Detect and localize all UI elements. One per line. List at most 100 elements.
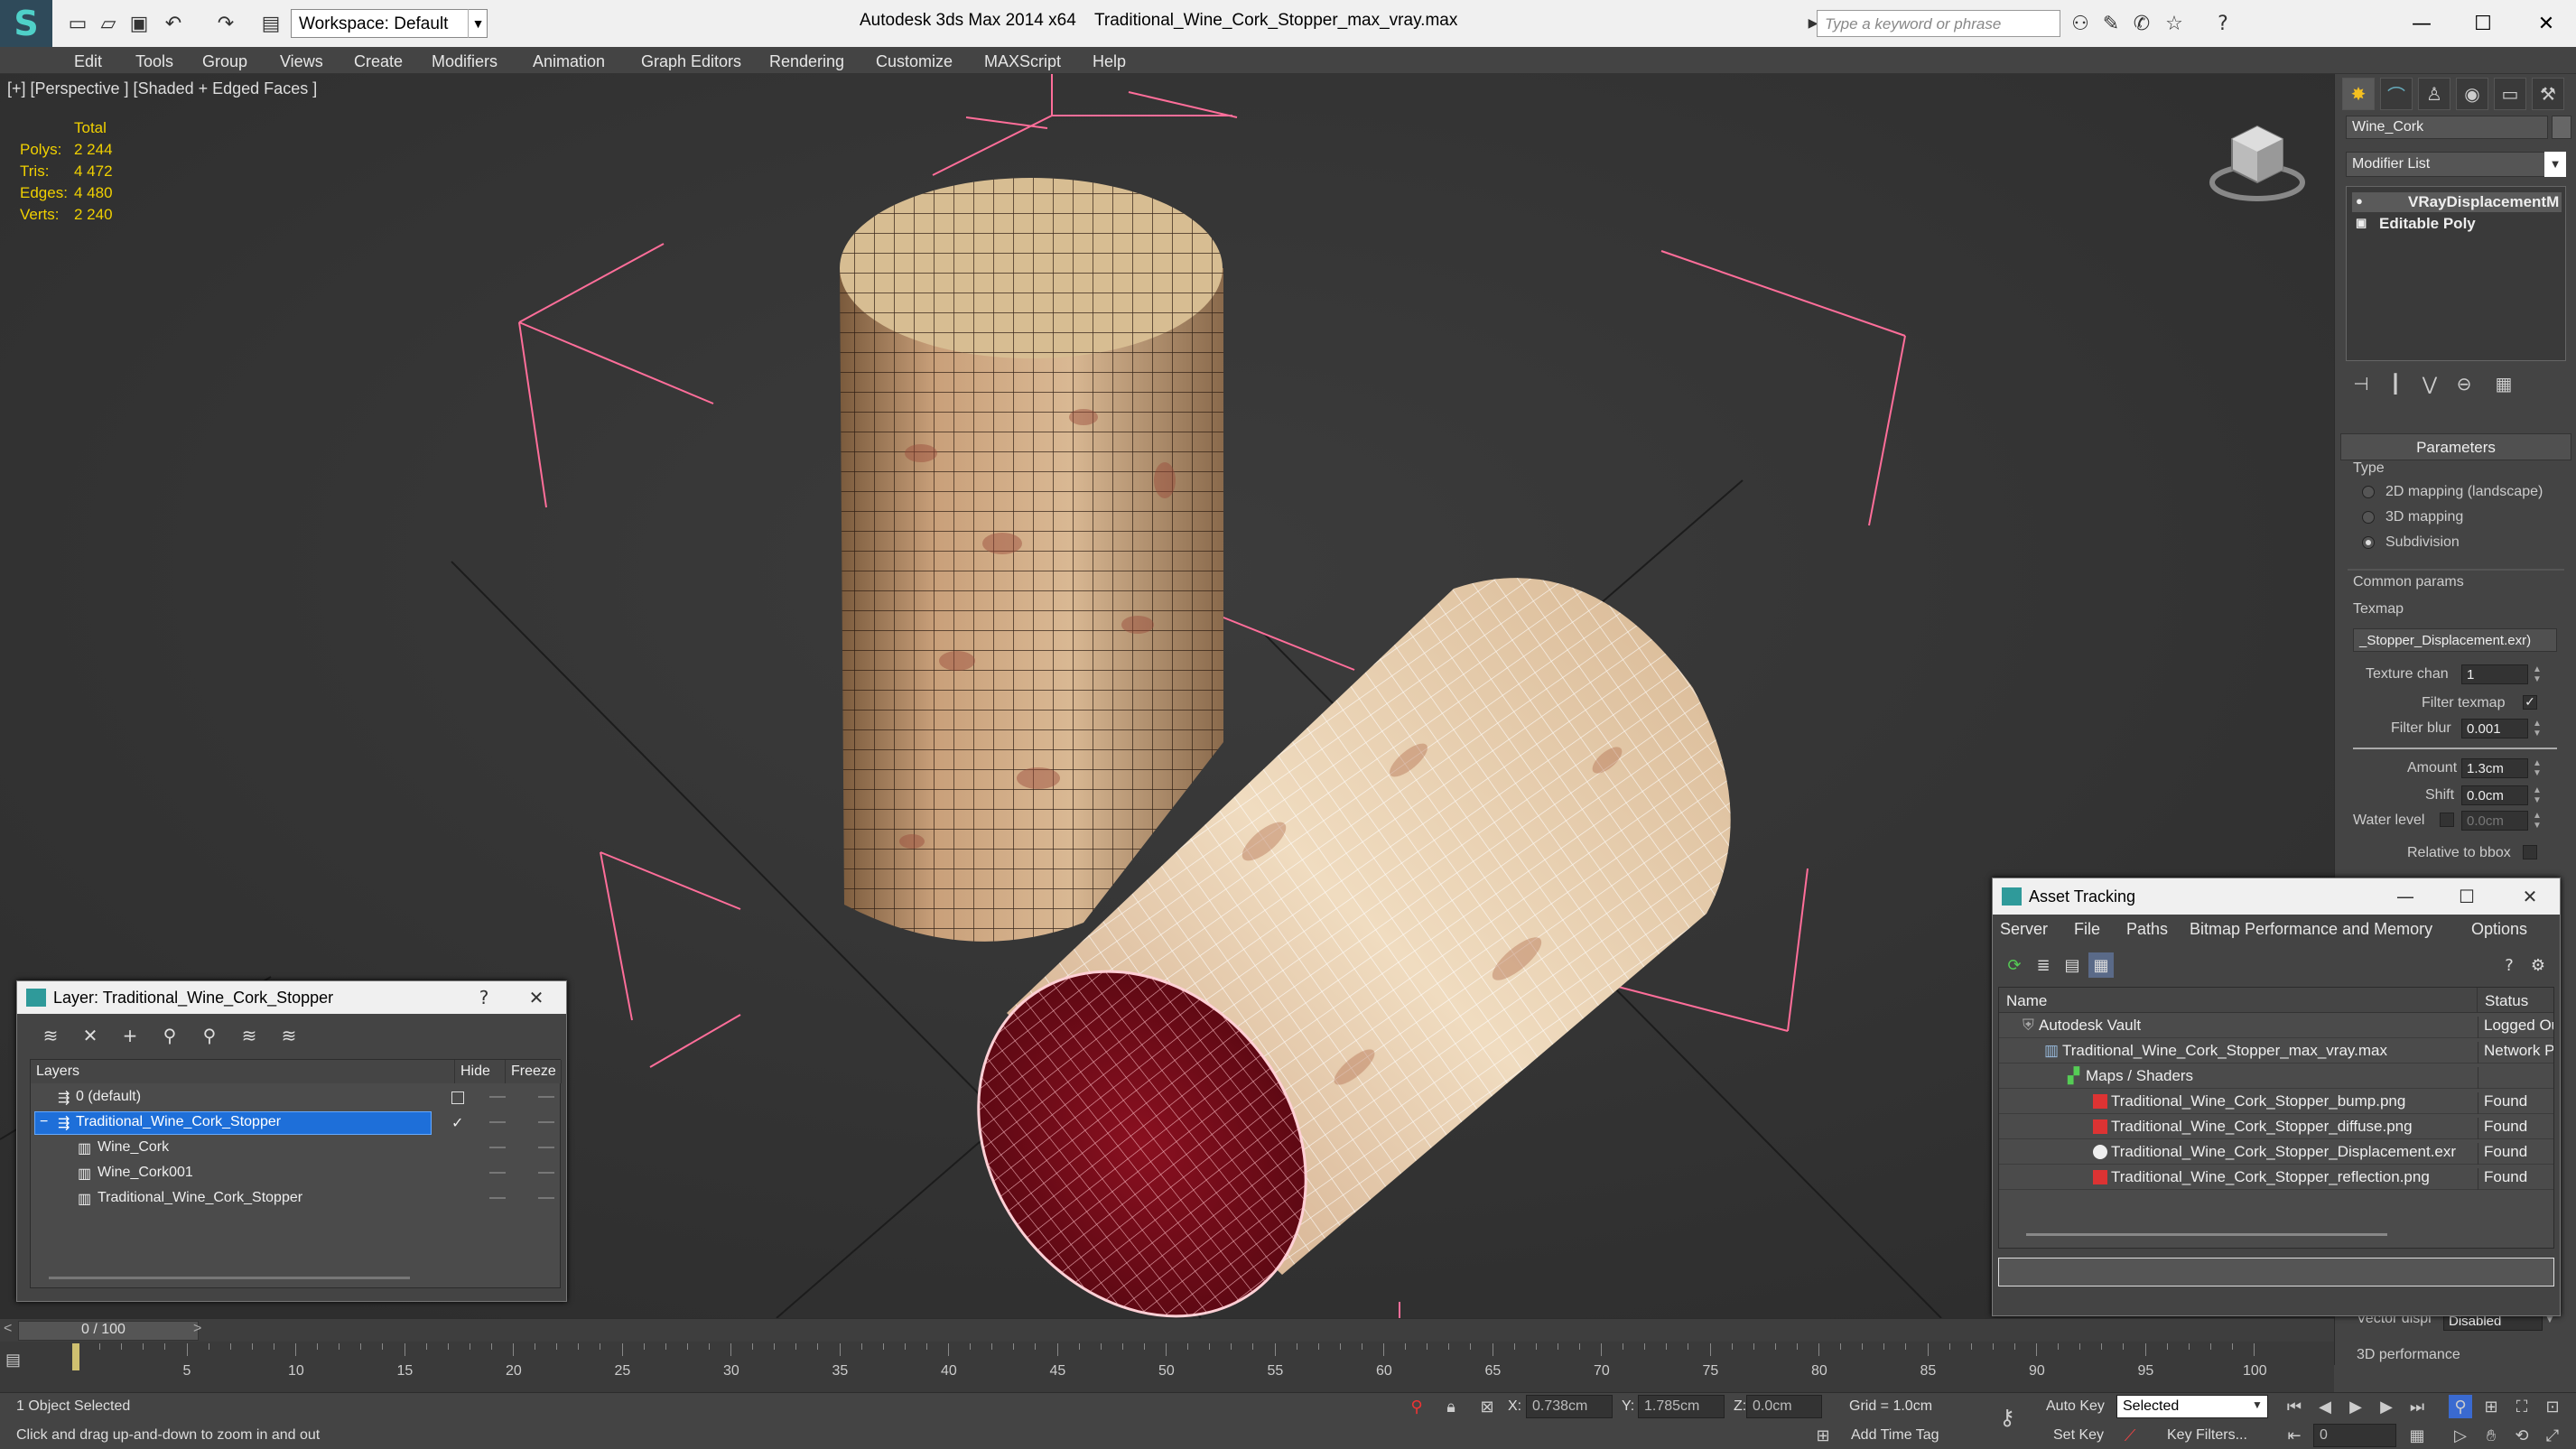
spinner-arrows-icon[interactable]: ▲ ▼: [2532, 719, 2543, 738]
menu-views[interactable]: Views: [280, 52, 323, 71]
curve-editor-icon[interactable]: ▤: [5, 1351, 29, 1374]
communication-icon[interactable]: ✆: [2129, 11, 2154, 36]
shift-spinner[interactable]: 0.0cm: [2461, 785, 2528, 805]
asset-row[interactable]: Traditional_Wine_Cork_Stopper_bump.png F…: [1999, 1089, 2553, 1114]
time-tag-icon[interactable]: ⊞: [1811, 1424, 1835, 1447]
table-view-icon[interactable]: ▦: [2088, 952, 2114, 978]
spinner-arrows-icon[interactable]: ▲ ▼: [2532, 664, 2543, 684]
minimize-icon[interactable]: —: [2402, 5, 2441, 42]
column-header-hide[interactable]: Hide: [455, 1060, 506, 1083]
object-name-field[interactable]: Wine_Cork: [2346, 116, 2548, 139]
next-frame-icon[interactable]: ▶︎: [2375, 1395, 2398, 1418]
asset-row[interactable]: Traditional_Wine_Cork_Stopper_diffuse.pn…: [1999, 1114, 2553, 1139]
absolute-mode-icon[interactable]: ⊠: [1475, 1395, 1499, 1418]
zoom-extents-icon[interactable]: ⛶: [2510, 1395, 2534, 1418]
time-slider[interactable]: < 0 / 100 >: [0, 1318, 2334, 1342]
zoom-extents-all-icon[interactable]: ⊡: [2541, 1395, 2564, 1418]
horizontal-scrollbar[interactable]: [2026, 1233, 2387, 1236]
hide-toggle[interactable]: [489, 1197, 506, 1199]
hide-toggle[interactable]: [489, 1121, 506, 1123]
go-to-end-icon[interactable]: ⏭︎: [2405, 1395, 2429, 1418]
favorites-star-icon[interactable]: ☆: [2162, 11, 2187, 36]
zoom-icon[interactable]: ⚲: [2449, 1395, 2472, 1418]
layer-object-row[interactable]: ▥ Wine_Cork: [31, 1136, 560, 1161]
freeze-toggle[interactable]: [538, 1147, 554, 1148]
add-to-layer-icon[interactable]: +: [116, 1023, 144, 1048]
utilities-tab-icon[interactable]: ⚒: [2532, 78, 2564, 110]
binoculars-icon[interactable]: ⚇: [2068, 11, 2093, 36]
current-frame-field[interactable]: 0: [2313, 1424, 2396, 1447]
orbit-icon[interactable]: ⟲: [2510, 1424, 2534, 1447]
viewport-label[interactable]: [+] [Perspective ] [Shaded + Edged Faces…: [7, 79, 317, 98]
menu-help[interactable]: Help: [1093, 52, 1126, 71]
column-header-name[interactable]: Name: [1999, 988, 2478, 1013]
configure-sets-icon[interactable]: ▦: [2490, 370, 2517, 397]
column-header-freeze[interactable]: Freeze: [506, 1060, 562, 1083]
relative-bbox-checkbox[interactable]: [2523, 845, 2537, 859]
modify-tab-icon[interactable]: ⌒: [2380, 78, 2413, 110]
key-icon[interactable]: ⟋: [2118, 1424, 2142, 1447]
column-header-layers[interactable]: Layers: [31, 1060, 455, 1083]
show-end-result-icon[interactable]: ┃: [2382, 370, 2409, 397]
radio-subdivision[interactable]: [2362, 536, 2375, 549]
settings-icon[interactable]: ⚙: [2525, 952, 2551, 978]
texture-chan-spinner[interactable]: 1: [2461, 664, 2528, 684]
asset-row[interactable]: Traditional_Wine_Cork_Stopper_reflection…: [1999, 1165, 2553, 1190]
menu-customize[interactable]: Customize: [876, 52, 953, 71]
help-icon[interactable]: ?: [2210, 11, 2236, 36]
menu-edit[interactable]: Edit: [74, 52, 102, 71]
maximize-icon[interactable]: ☐: [2453, 884, 2480, 909]
menu-file[interactable]: File: [2074, 920, 2100, 939]
layer-object-row[interactable]: ▥ Traditional_Wine_Cork_Stopper: [31, 1186, 560, 1212]
display-tab-icon[interactable]: ▭: [2494, 78, 2526, 110]
app-logo-icon[interactable]: S: [0, 0, 52, 47]
filter-texmap-checkbox[interactable]: ✓: [2523, 695, 2537, 710]
close-icon[interactable]: ✕: [523, 985, 550, 1010]
open-file-icon[interactable]: ▱: [96, 11, 121, 36]
menu-options[interactable]: Options: [2471, 920, 2527, 939]
select-objects-icon[interactable]: ⚲: [156, 1023, 183, 1048]
delete-layer-icon[interactable]: ✕: [77, 1023, 104, 1048]
pin-stack-icon[interactable]: ⊣: [2348, 370, 2375, 397]
previous-frame-icon[interactable]: ◀︎: [2313, 1395, 2337, 1418]
zoom-all-icon[interactable]: ⊞: [2479, 1395, 2503, 1418]
menu-server[interactable]: Server: [2000, 920, 2048, 939]
current-layer-checkbox[interactable]: [451, 1091, 464, 1104]
menu-animation[interactable]: Animation: [533, 52, 605, 71]
refresh-icon[interactable]: ⟳: [2002, 952, 2027, 978]
help-icon[interactable]: ?: [2497, 952, 2522, 978]
layer-row[interactable]: ⇶ 0 (default): [31, 1085, 560, 1110]
layer-row-selected[interactable]: − ⇶ Traditional_Wine_Cork_Stopper ✓: [31, 1110, 560, 1136]
menu-tools[interactable]: Tools: [135, 52, 173, 71]
auto-key-button[interactable]: Auto Key: [2046, 1398, 2105, 1415]
chevron-down-icon[interactable]: ▼: [2252, 1398, 2263, 1411]
key-filters-button[interactable]: Key Filters...: [2167, 1427, 2247, 1444]
hide-layers-icon[interactable]: ≋: [236, 1023, 263, 1048]
menu-group[interactable]: Group: [202, 52, 247, 71]
water-level-checkbox[interactable]: [2440, 813, 2454, 827]
spinner-arrows-icon[interactable]: ▲ ▼: [2532, 811, 2543, 831]
menu-rendering[interactable]: Rendering: [769, 52, 844, 71]
menu-bitmap-performance[interactable]: Bitmap Performance and Memory: [2190, 920, 2432, 939]
workspace-dropdown[interactable]: Workspace: Default: [291, 9, 488, 38]
menu-maxscript[interactable]: MAXScript: [984, 52, 1061, 71]
menu-modifiers[interactable]: Modifiers: [432, 52, 498, 71]
minimize-icon[interactable]: —: [2392, 884, 2419, 909]
z-coord-field[interactable]: 0.0cm: [1746, 1395, 1822, 1418]
asset-row[interactable]: ▥ Traditional_Wine_Cork_Stopper_max_vray…: [1999, 1038, 2553, 1064]
radio-2d-mapping[interactable]: [2362, 486, 2375, 498]
spinner-arrows-icon[interactable]: ▲ ▼: [2532, 758, 2543, 778]
motion-tab-icon[interactable]: ◉: [2456, 78, 2488, 110]
maximize-icon[interactable]: ☐: [2463, 5, 2503, 42]
expand-plus-icon[interactable]: ▣: [2356, 216, 2367, 230]
asset-row[interactable]: ▞ Maps / Shaders: [1999, 1064, 2553, 1089]
asset-row[interactable]: ⛨ Autodesk Vault Logged Ou: [1999, 1013, 2553, 1038]
x-coord-field[interactable]: 0.738cm: [1526, 1395, 1613, 1418]
freeze-layers-icon[interactable]: ≋: [275, 1023, 302, 1048]
hide-toggle[interactable]: [489, 1096, 506, 1098]
hierarchy-tab-icon[interactable]: ♙: [2418, 78, 2450, 110]
current-frame-marker[interactable]: [72, 1343, 79, 1370]
collapse-icon[interactable]: −: [40, 1114, 48, 1130]
checkmark-icon[interactable]: ✓: [451, 1114, 463, 1131]
layer-object-row[interactable]: ▥ Wine_Cork001: [31, 1161, 560, 1186]
